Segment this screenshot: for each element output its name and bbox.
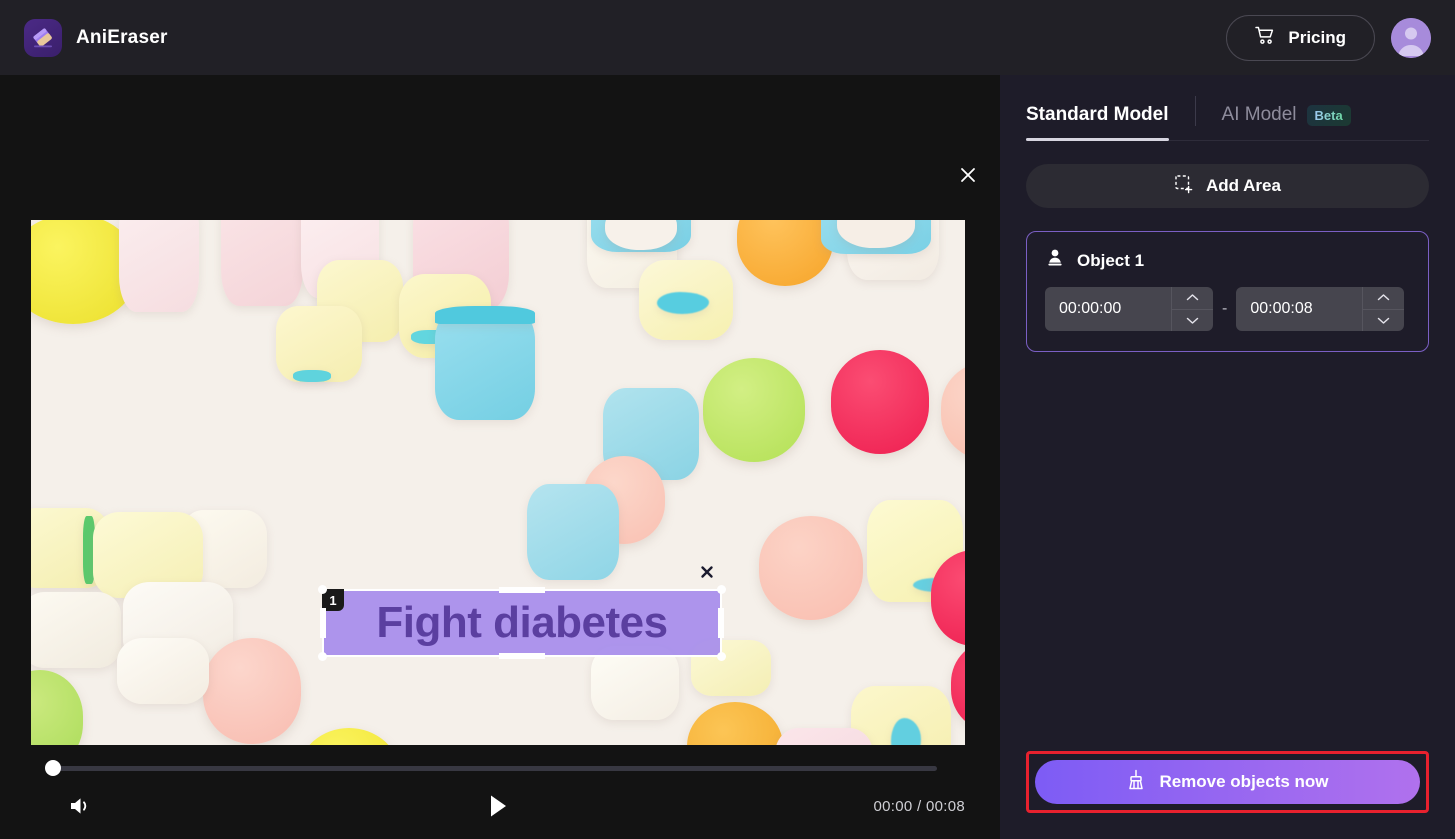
add-area-button-label: Add Area [1206,176,1281,195]
tab-active-underline [1026,138,1169,141]
brand[interactable]: AniEraser [24,18,168,57]
progress-thumb[interactable] [45,760,61,776]
tools-panel: Standard Model AI Model Beta Add Area Ob… [1000,75,1455,839]
object-header: Object 1 [1045,248,1410,273]
end-time-value[interactable]: 00:00:08 [1236,287,1362,331]
remove-objects-highlight-wrap: Remove objects now [1026,751,1429,813]
aniedraser-eraser-logo-icon [24,18,62,57]
start-time-spinner [1171,287,1213,331]
pricing-button-label: Pricing [1288,27,1346,47]
video-progress-slider[interactable] [45,760,937,777]
selection-overlay-text: Fight diabetes [376,598,668,647]
play-icon[interactable] [481,789,515,823]
start-time-decrement-chevron-down-icon[interactable] [1172,308,1213,332]
tab-standard-model-label: Standard Model [1026,104,1169,125]
user-avatar-icon [1391,17,1431,58]
pricing-button[interactable]: Pricing [1226,14,1375,61]
object-title: Object 1 [1077,250,1145,270]
resize-handle-right[interactable] [718,608,724,638]
app-body: 1 Fight diabetes 00:00 / 00:08 Standard … [0,75,1455,839]
resize-handle-bottom[interactable] [499,653,545,659]
end-time-decrement-chevron-down-icon[interactable] [1363,308,1405,332]
object-person-stamp-icon [1045,248,1065,273]
tab-ai-model-label: AI Model [1221,104,1297,125]
remove-objects-button-label: Remove objects now [1159,772,1329,791]
tab-ai-model[interactable]: AI Model Beta [1222,104,1351,140]
add-area-button[interactable]: Add Area [1026,164,1429,208]
broom-cleaning-icon [1126,769,1146,795]
tab-standard-model[interactable]: Standard Model [1026,104,1169,141]
avatar[interactable] [1391,17,1431,58]
header-actions: Pricing [1226,14,1431,61]
resize-handle-top-left[interactable] [318,585,327,594]
player-time-display: 00:00 / 00:08 [873,797,965,815]
add-area-dashed-square-icon [1174,174,1194,199]
time-range-separator: - [1222,300,1228,317]
editor-stage: 1 Fight diabetes 00:00 / 00:08 [0,75,1000,839]
remove-objects-button[interactable]: Remove objects now [1035,760,1420,804]
resize-handle-bottom-left[interactable] [318,652,327,661]
app-header: AniEraser Pricing [0,0,1455,75]
tab-divider [1194,96,1196,126]
object-card: Object 1 00:00:00 - 00:00:08 [1026,231,1429,352]
close-icon[interactable] [955,162,981,188]
shopping-cart-icon [1255,26,1276,50]
progress-track [53,766,937,771]
object-time-range: 00:00:00 - 00:00:08 [1045,287,1410,331]
model-tabs: Standard Model AI Model Beta [1026,75,1429,141]
selection-box[interactable]: 1 Fight diabetes [318,566,726,661]
resize-handle-top-right[interactable] [717,585,726,594]
resize-handle-top[interactable] [499,587,545,593]
start-time-increment-chevron-up-icon[interactable] [1172,287,1213,309]
resize-handle-bottom-right[interactable] [717,652,726,661]
start-time-value[interactable]: 00:00:00 [1045,287,1171,331]
player-controls: 00:00 / 00:08 [31,788,965,824]
panel-spacer [1026,352,1429,751]
start-time-field[interactable]: 00:00:00 [1045,287,1213,331]
video-preview[interactable]: 1 Fight diabetes [31,220,965,745]
volume-on-icon[interactable] [63,789,97,823]
beta-badge: Beta [1306,104,1351,126]
candy-photo-background [31,220,965,745]
selection-close-icon[interactable] [696,561,718,583]
app-root: AniEraser Pricing 1 Fight diabetes 00:00… [0,0,1455,839]
end-time-spinner [1362,287,1405,332]
beta-badge-label: Beta [1314,107,1343,123]
end-time-increment-chevron-up-icon[interactable] [1363,287,1404,309]
end-time-field[interactable]: 00:00:08 [1236,287,1405,332]
resize-handle-left[interactable] [320,608,326,638]
brand-name: AniEraser [76,26,168,48]
